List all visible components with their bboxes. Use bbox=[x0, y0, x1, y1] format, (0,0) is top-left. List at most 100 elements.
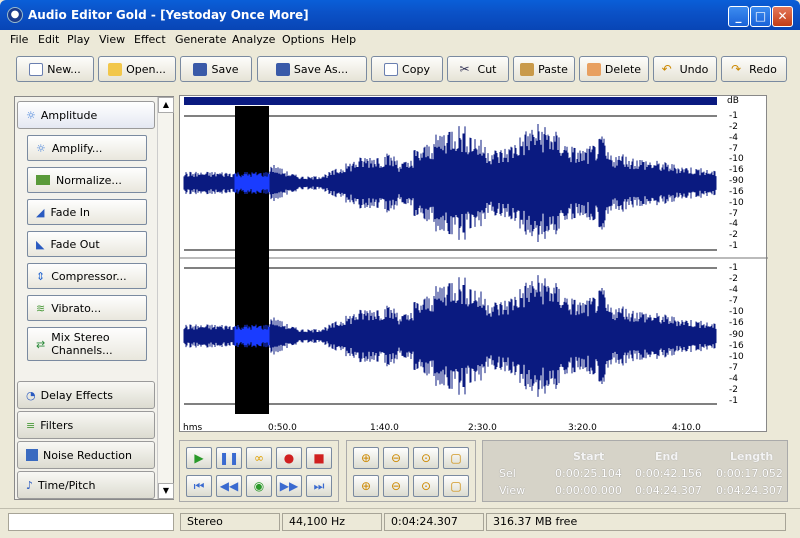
compressor-button[interactable]: ⇕ Compressor... bbox=[27, 263, 147, 289]
view-length-value: 0:04:24.307 bbox=[716, 484, 783, 497]
new-file-icon bbox=[29, 62, 44, 76]
cut-button[interactable]: ✂ Cut bbox=[447, 56, 509, 82]
db-tick-label: -2 bbox=[729, 230, 738, 241]
copy-button[interactable]: Copy bbox=[371, 56, 443, 82]
db-tick-label: -4 bbox=[729, 219, 738, 230]
fade-out-icon: ◣ bbox=[36, 237, 45, 251]
zoom-selection-icon[interactable]: ⊙ bbox=[413, 447, 439, 469]
db-unit-label: dB bbox=[727, 96, 739, 106]
status-channels: Stereo bbox=[180, 513, 280, 531]
group-noise-reduction[interactable]: Noise Reduction bbox=[17, 441, 155, 469]
status-free-space: 316.37 MB free bbox=[486, 513, 786, 531]
zoom-out-horizontal-icon[interactable]: ⊖ bbox=[383, 447, 409, 469]
sel-start-value: 0:00:25.104 bbox=[555, 467, 622, 480]
redo-button[interactable]: ↷ Redo bbox=[721, 56, 787, 82]
group-delay-effects[interactable]: ◔ Delay Effects bbox=[17, 381, 155, 409]
group-filters[interactable]: ≡ Filters bbox=[17, 411, 155, 439]
loop-button[interactable]: ∞ bbox=[246, 447, 272, 469]
close-button[interactable]: ✕ bbox=[772, 6, 793, 27]
status-sample-rate: 44,100 Hz bbox=[282, 513, 382, 531]
pause-button[interactable]: ❚❚ bbox=[216, 447, 242, 469]
view-label: View bbox=[499, 484, 526, 497]
stop-button[interactable]: ■ bbox=[306, 447, 332, 469]
play-button[interactable]: ▶ bbox=[186, 447, 212, 469]
selection-region[interactable] bbox=[235, 106, 269, 414]
maximize-button[interactable]: □ bbox=[750, 6, 771, 27]
scroll-up-arrow[interactable]: ▲ bbox=[158, 97, 174, 113]
amplitude-icon: ☼ bbox=[26, 108, 36, 122]
fade-in-icon: ◢ bbox=[36, 205, 45, 219]
start-header: Start bbox=[573, 450, 605, 463]
panel-scrollbar[interactable]: ▲ ▼ bbox=[157, 97, 174, 499]
mix-stereo-button[interactable]: ⇄ Mix Stereo Channels... bbox=[27, 327, 147, 361]
normalize-button[interactable]: Normalize... bbox=[27, 167, 147, 193]
delete-button[interactable]: Delete bbox=[579, 56, 649, 82]
menu-generate[interactable]: Generate bbox=[175, 33, 226, 46]
redo-icon: ↷ bbox=[731, 61, 742, 76]
db-tick-label: -90 bbox=[729, 176, 744, 186]
db-tick-label: -16 bbox=[729, 318, 744, 329]
overview-bar[interactable] bbox=[184, 97, 717, 105]
delete-icon bbox=[586, 62, 601, 76]
undo-icon: ↶ bbox=[661, 61, 672, 76]
status-duration: 0:04:24.307 bbox=[384, 513, 484, 531]
filters-icon: ≡ bbox=[26, 418, 36, 432]
save-as-button[interactable]: Save As... bbox=[257, 56, 367, 82]
rewind-button[interactable]: ◀◀ bbox=[216, 475, 242, 497]
db-tick-label: -10 bbox=[729, 351, 744, 362]
noise-reduction-icon bbox=[26, 449, 38, 461]
db-tick-label: -7 bbox=[729, 362, 738, 373]
fade-in-button[interactable]: ◢ Fade In bbox=[27, 199, 147, 225]
undo-button[interactable]: ↶ Undo bbox=[653, 56, 717, 82]
zoom-out-vertical-icon[interactable]: ⊖ bbox=[383, 475, 409, 497]
menu-analyze[interactable]: Analyze bbox=[232, 33, 275, 46]
zoom-in-horizontal-icon[interactable]: ⊕ bbox=[353, 447, 379, 469]
open-folder-icon bbox=[108, 62, 123, 76]
zoom-full-icon[interactable]: ▢ bbox=[443, 447, 469, 469]
go-to-end-button[interactable]: ⏭ bbox=[306, 475, 332, 497]
open-button[interactable]: Open... bbox=[98, 56, 176, 82]
db-tick-label: -7 bbox=[729, 208, 738, 219]
waveform-canvas[interactable] bbox=[180, 96, 768, 433]
time-ruler[interactable]: hms 0:50.0 1:40.0 2:30.0 3:20.0 4:10.0 bbox=[180, 414, 716, 436]
paste-button[interactable]: Paste bbox=[513, 56, 575, 82]
time-label: 4:10.0 bbox=[672, 423, 701, 433]
menu-edit[interactable]: Edit bbox=[38, 33, 59, 46]
save-button[interactable]: Save bbox=[180, 56, 252, 82]
go-to-start-button[interactable]: ⏮ bbox=[186, 475, 212, 497]
db-tick-label: -16 bbox=[729, 186, 744, 197]
time-label: hms bbox=[183, 423, 203, 433]
group-time-pitch[interactable]: ♪ Time/Pitch bbox=[17, 471, 155, 499]
save-as-icon bbox=[275, 62, 290, 76]
menu-view[interactable]: View bbox=[99, 33, 125, 46]
db-tick-label: -1 bbox=[729, 396, 738, 406]
zoom-reset-icon[interactable]: ▢ bbox=[443, 475, 469, 497]
menu-effect[interactable]: Effect bbox=[134, 33, 166, 46]
title-bar: ● Audio Editor Gold - [Yestoday Once Mor… bbox=[0, 0, 800, 30]
new-button[interactable]: New... bbox=[16, 56, 94, 82]
scroll-down-arrow[interactable]: ▼ bbox=[158, 483, 174, 499]
record-button[interactable]: ● bbox=[276, 447, 302, 469]
waveform-display[interactable] bbox=[179, 95, 768, 433]
menu-help[interactable]: Help bbox=[331, 33, 356, 46]
vibrato-button[interactable]: ≋ Vibrato... bbox=[27, 295, 147, 321]
time-pitch-icon: ♪ bbox=[26, 478, 34, 492]
db-tick-label: -10 bbox=[729, 197, 744, 208]
zoom-fit-icon[interactable]: ⊙ bbox=[413, 475, 439, 497]
time-label: 3:20.0 bbox=[568, 423, 597, 433]
amplitude-group-header[interactable]: ☼ Amplitude bbox=[17, 101, 155, 129]
fade-out-button[interactable]: ◣ Fade Out bbox=[27, 231, 147, 257]
minimize-button[interactable]: _ bbox=[728, 6, 749, 27]
db-tick-label: -4 bbox=[729, 373, 738, 384]
fast-forward-button[interactable]: ▶▶ bbox=[276, 475, 302, 497]
toolbar: New... Open... Save Save As... Copy ✂ Cut… bbox=[8, 54, 788, 86]
menu-file[interactable]: File bbox=[10, 33, 28, 46]
db-tick-label: -1 bbox=[729, 263, 738, 273]
zoom-controls: ⊕ ⊖ ⊙ ▢ ⊕ ⊖ ⊙ ▢ bbox=[346, 440, 476, 502]
menu-options[interactable]: Options bbox=[282, 33, 324, 46]
db-scale: dB -1 -2 -4 -7 -10 -16 -90 -16 -10 -7 -4 -2 -1 -1 -2 -4… bbox=[716, 96, 768, 414]
zoom-in-vertical-icon[interactable]: ⊕ bbox=[353, 475, 379, 497]
menu-play[interactable]: Play bbox=[67, 33, 90, 46]
play-selection-button[interactable]: ◉ bbox=[246, 475, 272, 497]
amplify-button[interactable]: ☼ Amplify... bbox=[27, 135, 147, 161]
